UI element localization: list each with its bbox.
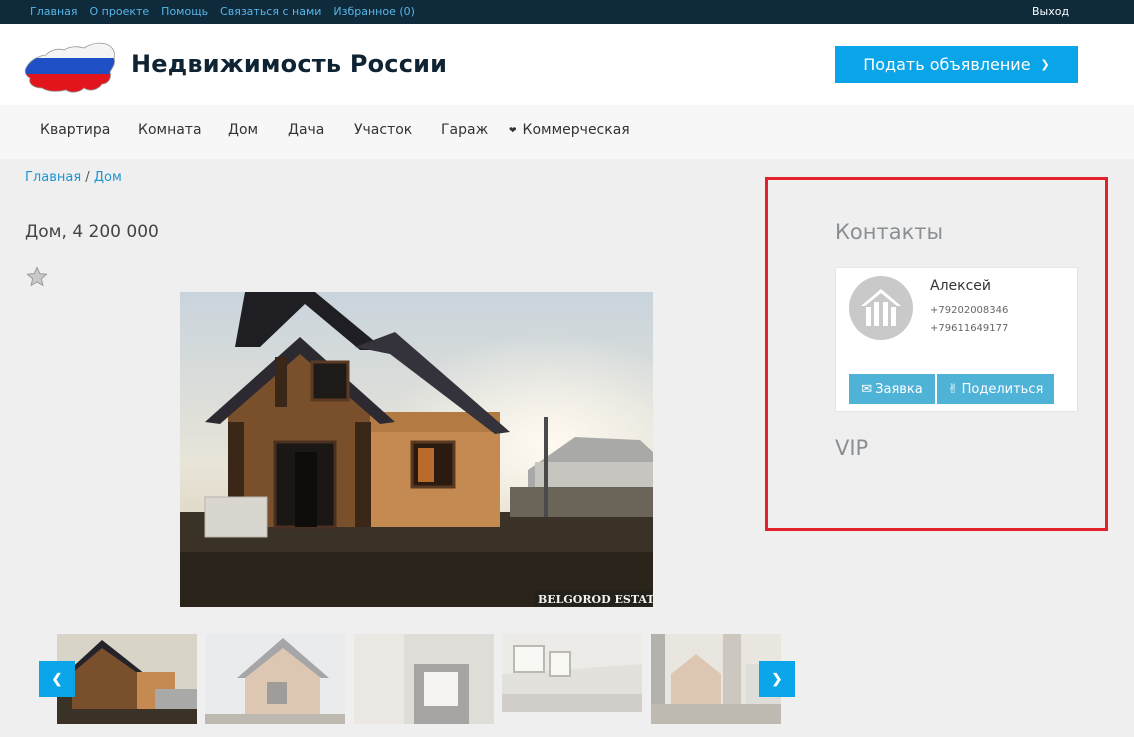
nav-item-garage[interactable]: Гараж (441, 122, 488, 138)
top-bar: Главная О проекте Помощь Связаться с нам… (0, 0, 1134, 24)
contact-card: Алексей +79202008346 +79611649177 ✉ Заяв… (835, 267, 1078, 412)
share-button[interactable]: ✌ Поделиться (937, 374, 1054, 404)
thumb-next-button[interactable]: ❯ (759, 661, 795, 697)
logout-link[interactable]: Выход (1032, 5, 1069, 18)
photo-watermark: BELGOROD ESTATE (538, 593, 653, 606)
russia-flag-map-logo[interactable] (24, 38, 118, 94)
nav-item-land[interactable]: Участок (354, 122, 412, 138)
top-link-home[interactable]: Главная (30, 5, 78, 18)
nav-item-room[interactable]: Комната (138, 122, 202, 138)
breadcrumb-home[interactable]: Главная (25, 170, 81, 185)
house-icon (861, 289, 901, 326)
nav-item-commercial-label: Коммерческая (522, 122, 630, 138)
breadcrumb: Главная / Дом (25, 170, 122, 185)
chevron-down-icon: ❤ (509, 126, 517, 136)
nav-item-house[interactable]: Дом (228, 122, 258, 138)
thumbnail-4[interactable] (502, 634, 642, 712)
contact-name: Алексей (930, 278, 992, 294)
top-link-help[interactable]: Помощь (161, 5, 208, 18)
site-header: Недвижимость России Подать объявление ❯ (0, 24, 1134, 105)
nav-item-dacha[interactable]: Дача (288, 122, 324, 138)
request-button[interactable]: ✉ Заявка (849, 374, 935, 404)
post-ad-label: Подать объявление (863, 55, 1031, 74)
thumbs-up-icon: ✌ (947, 381, 959, 397)
thumbnail-strip (57, 634, 781, 726)
listing-title: Дом, 4 200 000 (25, 222, 159, 242)
category-nav: Квартира Комната Дом Дача Участок Гараж … (0, 105, 1134, 159)
top-link-about[interactable]: О проекте (90, 5, 150, 18)
share-button-label: Поделиться (961, 381, 1044, 397)
chevron-right-icon: ❯ (1040, 58, 1050, 71)
nav-item-commercial[interactable]: ❤ Коммерческая (509, 122, 630, 138)
contact-phone-2[interactable]: +79611649177 (930, 323, 1008, 334)
site-title[interactable]: Недвижимость России (131, 50, 447, 78)
top-link-favorites[interactable]: Избранное (0) (333, 5, 415, 18)
top-link-contact[interactable]: Связаться с нами (220, 5, 321, 18)
breadcrumb-separator: / (85, 170, 90, 185)
main-photo[interactable]: BELGOROD ESTATE (180, 292, 653, 607)
top-links: Главная О проекте Помощь Связаться с нам… (30, 5, 415, 18)
post-ad-button[interactable]: Подать объявление ❯ (835, 46, 1078, 83)
favorite-star-icon[interactable] (26, 266, 48, 288)
avatar (849, 276, 913, 340)
vip-title: VIP (835, 436, 869, 460)
thumb-prev-button[interactable]: ❮ (39, 661, 75, 697)
chevron-right-icon: ❯ (771, 671, 783, 686)
nav-item-apartment[interactable]: Квартира (40, 122, 110, 138)
breadcrumb-current[interactable]: Дом (94, 170, 122, 185)
contacts-title: Контакты (835, 220, 944, 244)
request-button-label: Заявка (875, 381, 923, 397)
contact-phone-1[interactable]: +79202008346 (930, 305, 1008, 316)
thumbnail-1[interactable] (57, 634, 197, 724)
thumbnail-3[interactable] (354, 634, 494, 724)
envelope-icon: ✉ (861, 381, 873, 397)
chevron-left-icon: ❮ (51, 671, 63, 686)
thumbnail-2[interactable] (205, 634, 345, 724)
